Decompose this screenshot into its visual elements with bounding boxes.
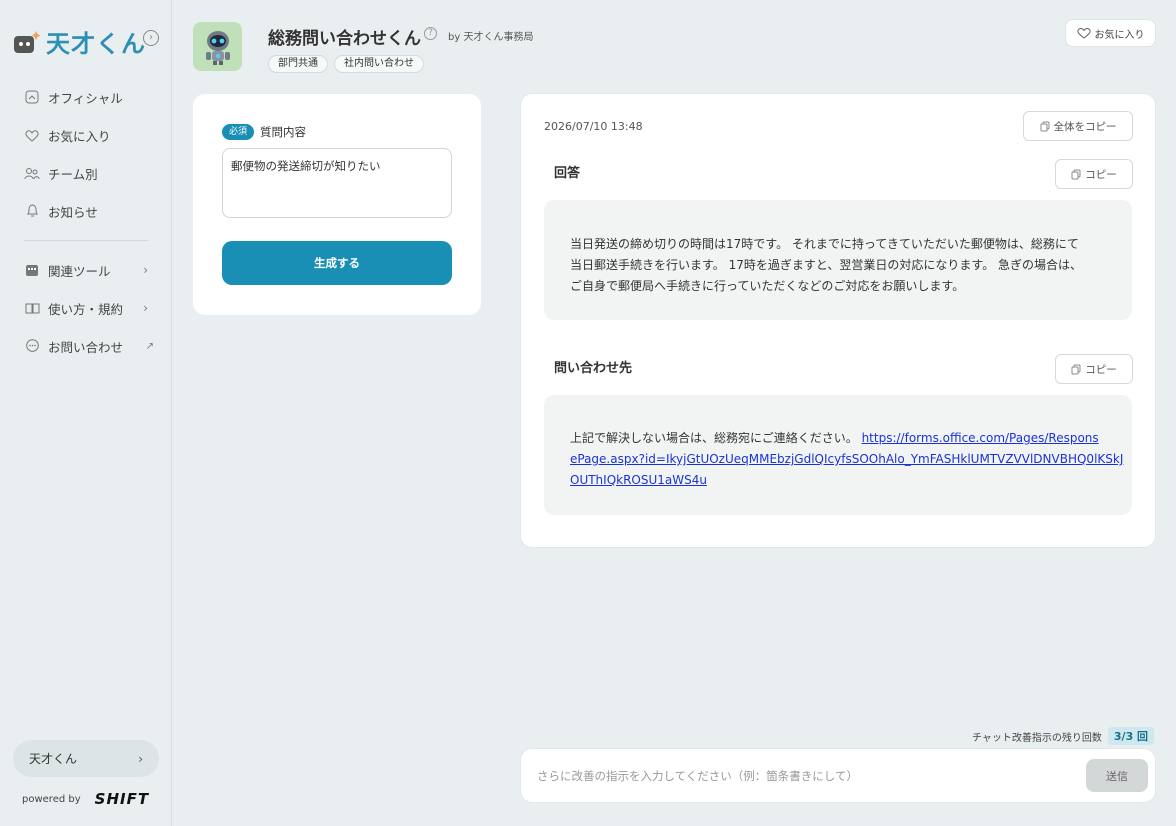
answer-title: 回答 — [554, 166, 581, 181]
copy-icon — [1040, 121, 1049, 131]
chevron-right-icon: › — [143, 263, 148, 277]
sidebar-item-tools[interactable]: 関連ツール › — [24, 251, 154, 289]
tools-icon — [24, 262, 40, 278]
contact-form-link[interactable]: ePage.aspx?id=IkyjGtUOzUeqMMEbzjGdlQIcyf… — [570, 452, 1123, 466]
team-icon — [24, 165, 40, 181]
generate-button[interactable]: 生成する — [222, 241, 452, 285]
contact-form-link[interactable]: https://forms.office.com/Pages/Respons — [862, 431, 1099, 445]
copy-icon — [1071, 364, 1081, 374]
sidebar-item-label: お気に入り — [48, 128, 111, 144]
sidebar-collapse-icon[interactable]: › — [143, 30, 159, 46]
remaining-badge: 3/3 回 — [1107, 727, 1155, 745]
powered-by-text: powered by — [22, 793, 81, 805]
sidebar-divider — [24, 240, 148, 241]
help-icon[interactable]: ? — [424, 27, 437, 40]
sidebar-item-news[interactable]: お知らせ — [24, 192, 154, 230]
chat-input-bar: 送信 — [520, 748, 1156, 803]
required-badge: 必須 — [222, 124, 255, 140]
book-icon — [24, 300, 40, 316]
tag-chip: 部門共通 — [268, 55, 328, 73]
chevron-right-icon: › — [138, 751, 143, 766]
contact-intro: 上記で解決しない場合は、総務宛にご連絡ください。 — [570, 431, 862, 445]
answer-line: ご自身で郵便局へ手続きに行っていただくなどのご対応をお願いします。 — [570, 279, 965, 293]
chat-bubble-icon — [24, 338, 40, 354]
refine-instruction-input[interactable] — [537, 764, 1077, 788]
home-icon — [24, 89, 40, 105]
author-line: by 天才くん事務局 — [448, 32, 534, 43]
contact-form-link[interactable]: OUThIQkROSU1aWS4u — [570, 473, 707, 487]
field-label-row: 必須 質問内容 — [222, 124, 306, 140]
answer-line: 当日発送の締め切りの時間は17時です。 それまでに持ってきていただいた郵便物は、… — [570, 237, 1079, 251]
send-button[interactable]: 送信 — [1086, 759, 1148, 792]
copy-contact-button[interactable]: コピー — [1055, 354, 1133, 384]
page-title: 総務問い合わせくん — [268, 29, 421, 49]
copy-label: コピー — [1085, 168, 1117, 181]
workspace-label: 天才くん — [29, 752, 78, 766]
contact-line: OUThIQkROSU1aWS4u — [570, 470, 1106, 491]
result-panel: 2026/07/10 13:48 全体をコピー 回答 コピー 当日発送の締め切り… — [520, 93, 1156, 548]
question-input[interactable]: 郵便物の発送締切が知りたい — [222, 148, 452, 218]
tag-chip: 社内問い合わせ — [334, 55, 424, 73]
heart-icon — [1076, 27, 1091, 39]
app-logo[interactable]: 天才くん — [12, 24, 146, 59]
answer-line: 当日郵送手続きを行います。 17時を過ぎますと、翌営業日の対応になります。 急ぎ… — [570, 258, 1083, 272]
contact-line: ePage.aspx?id=IkyjGtUOzUeqMMEbzjGdlQIcyf… — [570, 449, 1123, 470]
external-link-icon: ↗ — [145, 340, 154, 352]
favorite-button[interactable]: お気に入り — [1065, 19, 1156, 47]
sidebar-item-team[interactable]: チーム別 — [24, 154, 154, 192]
sidebar-item-label: オフィシャル — [48, 90, 123, 106]
result-timestamp: 2026/07/10 13:48 — [544, 120, 643, 133]
heart-icon — [24, 127, 40, 143]
chevron-right-icon: › — [143, 301, 148, 315]
remaining-count: チャット改善指示の残り回数 3/3 回 — [972, 727, 1155, 745]
logo-mascot-icon — [12, 28, 42, 56]
answer-text: 当日発送の締め切りの時間は17時です。 それまでに持ってきていただいた郵便物は、… — [544, 200, 1132, 320]
sidebar-item-label: お知らせ — [48, 204, 98, 220]
sidebar-item-label: お問い合わせ — [48, 339, 124, 355]
copy-label: コピー — [1085, 363, 1117, 376]
sidebar-item-official[interactable]: オフィシャル — [24, 78, 154, 116]
contact-line: 上記で解決しない場合は、総務宛にご連絡ください。 https://forms.o… — [570, 428, 1106, 449]
powered-by: powered by SHIFT — [22, 790, 149, 808]
favorite-label: お気に入り — [1094, 29, 1145, 41]
bot-avatar — [193, 22, 242, 71]
remaining-label: チャット改善指示の残り回数 — [972, 732, 1102, 744]
sidebar-item-contact[interactable]: お問い合わせ ↗ — [24, 327, 154, 365]
copy-all-label: 全体をコピー — [1053, 120, 1117, 133]
tag-list: 部門共通 社内問い合わせ — [268, 55, 424, 73]
sidebar-item-favorites[interactable]: お気に入り — [24, 116, 154, 154]
logo-text: 天才くん — [46, 30, 146, 58]
robot-icon — [205, 30, 230, 65]
question-form: 必須 質問内容 郵便物の発送締切が知りたい 生成する — [193, 94, 481, 315]
copy-answer-button[interactable]: コピー — [1055, 159, 1133, 189]
brand-logo: SHIFT — [94, 790, 150, 808]
workspace-switcher[interactable]: 天才くん › — [13, 740, 159, 777]
field-label: 質問内容 — [260, 125, 307, 139]
sidebar-item-label: 使い方・規約 — [48, 301, 124, 317]
bell-icon — [24, 203, 40, 219]
sidebar-nav: オフィシャル お気に入り チーム別 お知らせ 関連ツール › 使い方・規約 › … — [24, 78, 154, 365]
copy-all-button[interactable]: 全体をコピー — [1023, 111, 1133, 141]
copy-icon — [1071, 169, 1081, 179]
sidebar-item-guide[interactable]: 使い方・規約 › — [24, 289, 154, 327]
sidebar: 天才くん › オフィシャル お気に入り チーム別 お知らせ 関連ツール › 使い… — [0, 0, 172, 826]
contact-text: 上記で解決しない場合は、総務宛にご連絡ください。 https://forms.o… — [544, 395, 1132, 515]
contact-title: 問い合わせ先 — [554, 361, 633, 376]
sidebar-item-label: 関連ツール — [48, 263, 111, 279]
sidebar-item-label: チーム別 — [48, 166, 98, 182]
